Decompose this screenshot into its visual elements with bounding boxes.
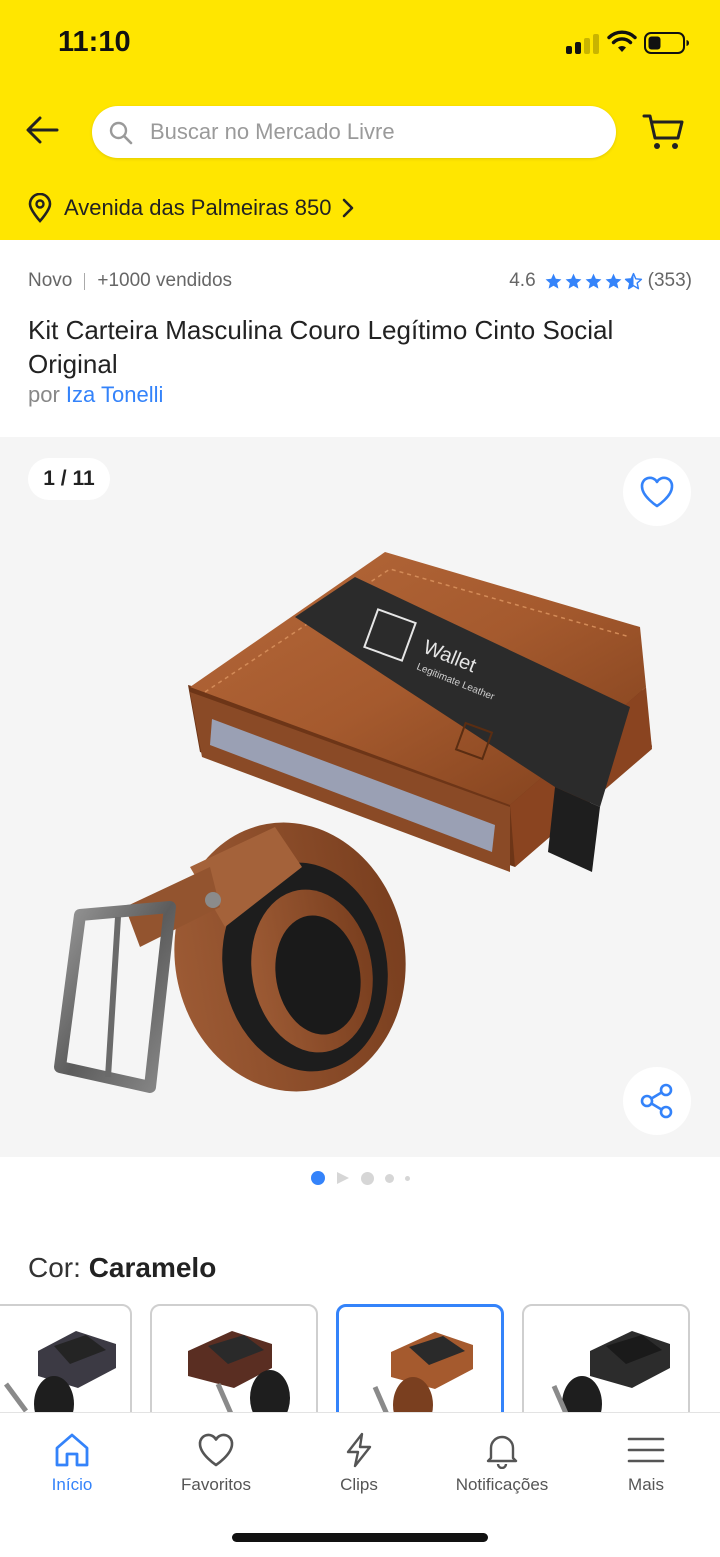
back-button[interactable] (20, 110, 64, 150)
nav-item-mais[interactable]: Mais (576, 1431, 716, 1501)
bell-icon (486, 1435, 518, 1469)
swatch-thumbnail (551, 1331, 670, 1414)
rating-summary[interactable]: 4.6 (353) (509, 270, 692, 292)
sold-count: +1000 vendidos (97, 270, 233, 291)
color-selector-label: Cor: Caramelo (28, 1252, 216, 1284)
cellular-signal-icon (566, 32, 602, 54)
color-swatch[interactable] (150, 1304, 318, 1414)
nav-label: Notificações (455, 1475, 549, 1494)
favorite-button[interactable] (623, 458, 691, 526)
share-icon (640, 1083, 673, 1119)
nav-item-inicio[interactable]: Início (2, 1431, 142, 1501)
nav-label: Início (51, 1475, 93, 1494)
search-input[interactable] (150, 106, 590, 158)
nav-item-clips[interactable]: Clips (289, 1431, 429, 1501)
menu-icon (627, 1437, 665, 1463)
star-icon (605, 273, 622, 289)
color-swatch[interactable] (0, 1304, 132, 1414)
heart-icon (198, 1433, 234, 1467)
carousel-dot-active[interactable] (310, 1171, 325, 1185)
lightning-icon (346, 1432, 372, 1468)
star-half-icon (624, 272, 642, 289)
rating-value: 4.6 (509, 270, 536, 291)
swatch-thumbnail (188, 1331, 290, 1414)
sales-info: Novo +1000 vendidos (28, 270, 232, 292)
address-text: Avenida das Palmeiras 850 (64, 195, 332, 220)
seller-prefix: por (28, 382, 60, 407)
star-icon (585, 273, 602, 289)
home-indicator[interactable] (232, 1533, 488, 1542)
star-icon (545, 273, 562, 289)
product-meta-row: Novo +1000 vendidos 4.6 (353) (28, 270, 692, 296)
home-icon (55, 1433, 89, 1467)
swatch-thumbnail (3, 1331, 116, 1414)
cart-button[interactable] (638, 108, 688, 154)
status-bar: 11:10 (0, 0, 720, 90)
review-count: (353) (647, 270, 692, 291)
carousel-dot[interactable] (404, 1175, 410, 1181)
cart-icon (642, 114, 684, 149)
swatch-thumbnail (372, 1332, 473, 1414)
divider (84, 272, 86, 290)
nav-item-favoritos[interactable]: Favoritos (146, 1431, 286, 1501)
battery-icon (644, 32, 689, 54)
nav-label: Favoritos (181, 1475, 251, 1494)
heart-icon (640, 476, 674, 508)
carousel-dots[interactable] (0, 1169, 720, 1187)
color-swatch-selected[interactable] (336, 1304, 504, 1414)
rating-stars (544, 272, 644, 291)
image-counter: 1 / 11 (28, 458, 110, 500)
chevron-right-icon (343, 198, 354, 218)
color-label-prefix: Cor: (28, 1252, 81, 1283)
product-title: Kit Carteira Masculina Couro Legítimo Ci… (28, 315, 614, 379)
color-swatch[interactable] (522, 1304, 690, 1414)
nav-item-notificacoes[interactable]: Notificações (432, 1431, 572, 1501)
condition-label: Novo (28, 270, 73, 291)
carousel-dot[interactable] (360, 1171, 374, 1185)
search-icon (109, 121, 133, 145)
seller-link[interactable]: Iza Tonelli (66, 382, 163, 407)
star-icon (565, 273, 582, 289)
play-icon[interactable] (336, 1171, 350, 1185)
search-bar[interactable] (92, 106, 616, 158)
nav-label: Clips (340, 1475, 378, 1494)
location-pin-icon (28, 193, 52, 223)
delivery-address[interactable]: Avenida das Palmeiras 850 (26, 190, 355, 226)
color-swatches (0, 1304, 720, 1414)
product-image: Wallet Legitimate Leather (54, 552, 652, 1093)
carousel-dot[interactable] (384, 1173, 394, 1183)
status-time: 11:10 (58, 26, 131, 58)
nav-label: Mais (628, 1475, 664, 1494)
arrow-left-icon (26, 116, 59, 144)
app-header: 11:10 Buscar no Mercado Livre Avenida da… (0, 0, 720, 240)
selected-color: Caramelo (88, 1252, 217, 1283)
seller-line: por Iza Tonelli (28, 382, 163, 408)
product-gallery[interactable]: Wallet Legitimate Leather 1 / 11 (0, 437, 720, 1157)
wifi-icon (607, 30, 637, 52)
share-button[interactable] (623, 1067, 691, 1135)
